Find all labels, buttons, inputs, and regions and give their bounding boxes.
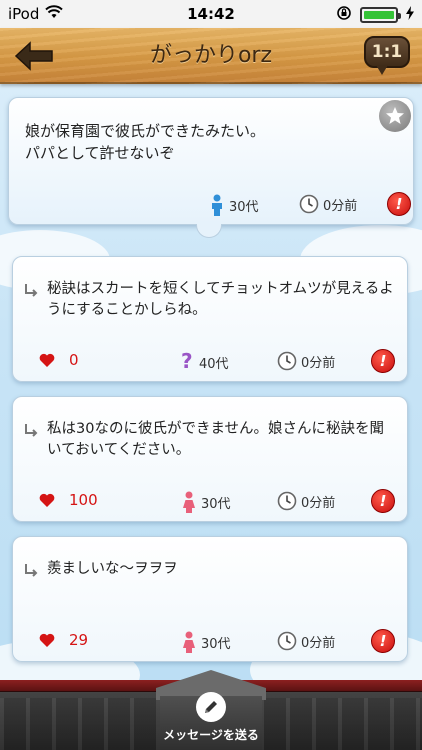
reply-text: 羨ましいな〜ヲヲヲ xyxy=(47,561,178,577)
reply-text: 秘訣はスカートを短くしてチョットオムツが見えるようにすることかしらね。 xyxy=(47,281,394,318)
heart-icon xyxy=(39,493,55,507)
reply-text: 私は30なのに彼氏ができません。娘さんに秘訣を聞いておいてください。 xyxy=(47,421,385,458)
one-on-one-button[interactable]: 1:1 xyxy=(364,36,410,76)
reply-age: 30代 xyxy=(181,631,231,653)
female-icon xyxy=(183,631,195,653)
svg-text:?: ? xyxy=(181,351,193,373)
exclamation-icon: ! xyxy=(379,352,387,370)
heart-icon xyxy=(39,353,55,367)
exclamation-icon: ! xyxy=(395,195,403,213)
star-icon xyxy=(386,107,404,124)
reply-arrow-icon xyxy=(25,564,38,577)
clock-icon xyxy=(299,194,319,214)
reply-time: 0分前 xyxy=(277,631,335,651)
main-post-card: 娘が保育園で彼氏ができたみたい。 パパとして許せないぞ 30代 0分前 ! xyxy=(8,97,414,225)
like-count: 0 xyxy=(69,351,79,369)
post-text: 娘が保育園で彼氏ができたみたい。 パパとして許せないぞ xyxy=(25,122,266,162)
clock-icon xyxy=(277,351,297,371)
send-message-label: メッセージを送る xyxy=(163,728,259,742)
page-title: がっかりorz xyxy=(149,43,273,68)
rotation-lock-icon xyxy=(336,5,352,25)
reply-arrow-icon xyxy=(25,284,38,297)
report-button[interactable]: ! xyxy=(371,629,395,653)
back-arrow-icon xyxy=(14,41,53,71)
battery-icon xyxy=(360,7,401,23)
reply-time: 0分前 xyxy=(277,491,335,511)
reply-time: 0分前 xyxy=(277,351,335,371)
like-count: 29 xyxy=(69,631,89,649)
male-icon xyxy=(212,194,222,216)
post-age: 30代 xyxy=(209,194,259,216)
report-button[interactable]: ! xyxy=(387,192,411,216)
question-icon: ? xyxy=(181,351,193,373)
favorite-star-button[interactable] xyxy=(379,100,411,132)
reply-card: 私は30なのに彼氏ができません。娘さんに秘訣を聞いておいてください。 100 3… xyxy=(12,396,408,522)
pencil-icon xyxy=(196,692,226,722)
navigation-bar: がっかりorz 1:1 xyxy=(0,28,422,84)
reply-age: ? 40代 xyxy=(181,351,229,373)
female-icon xyxy=(183,491,195,513)
report-button[interactable]: ! xyxy=(371,349,395,373)
reply-age: 30代 xyxy=(181,491,231,513)
report-button[interactable]: ! xyxy=(371,489,395,513)
clock-icon xyxy=(277,491,297,511)
like-button[interactable]: 29 xyxy=(39,631,88,649)
like-button[interactable]: 0 xyxy=(39,351,79,369)
heart-icon xyxy=(39,633,55,647)
exclamation-icon: ! xyxy=(379,632,387,650)
reply-card: 羨ましいな〜ヲヲヲ 29 30代 0分前 ! xyxy=(12,536,408,662)
reply-arrow-icon xyxy=(25,424,38,437)
one-on-one-label: 1:1 xyxy=(364,36,410,68)
post-time: 0分前 xyxy=(299,194,357,214)
back-button[interactable] xyxy=(14,41,54,71)
status-bar: iPod 14:42 xyxy=(0,0,422,28)
send-message-button[interactable]: メッセージを送る xyxy=(156,670,266,750)
clock-icon xyxy=(277,631,297,651)
exclamation-icon: ! xyxy=(379,492,387,510)
reply-card: 秘訣はスカートを短くしてチョットオムツが見えるようにすることかしらね。 0 ? … xyxy=(12,256,408,382)
like-button[interactable]: 100 xyxy=(39,491,98,509)
charging-icon xyxy=(406,6,414,24)
like-count: 100 xyxy=(69,491,98,509)
